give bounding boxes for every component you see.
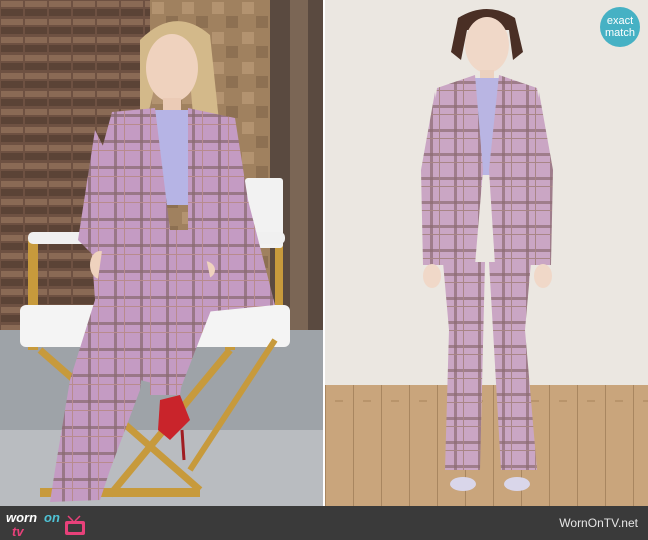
footer-bar: worn on tv WornOnTV.net [0, 506, 648, 540]
site-name: WornOnTV.net [559, 516, 638, 530]
logo-word-tv: tv [12, 524, 24, 538]
right-photo [325, 0, 648, 506]
model-product-illustration [325, 0, 648, 506]
worn-on-tv-logo[interactable]: worn on tv [6, 508, 96, 538]
badge-line-1: exact [606, 15, 634, 27]
logo-word-on: on [44, 510, 60, 525]
actress-photo-illustration [0, 0, 323, 506]
logo-word-worn: worn [6, 510, 37, 525]
tv-icon [65, 515, 85, 535]
badge-line-2: match [605, 27, 635, 39]
left-photo [0, 0, 323, 506]
exact-match-badge: exact match [600, 7, 640, 47]
